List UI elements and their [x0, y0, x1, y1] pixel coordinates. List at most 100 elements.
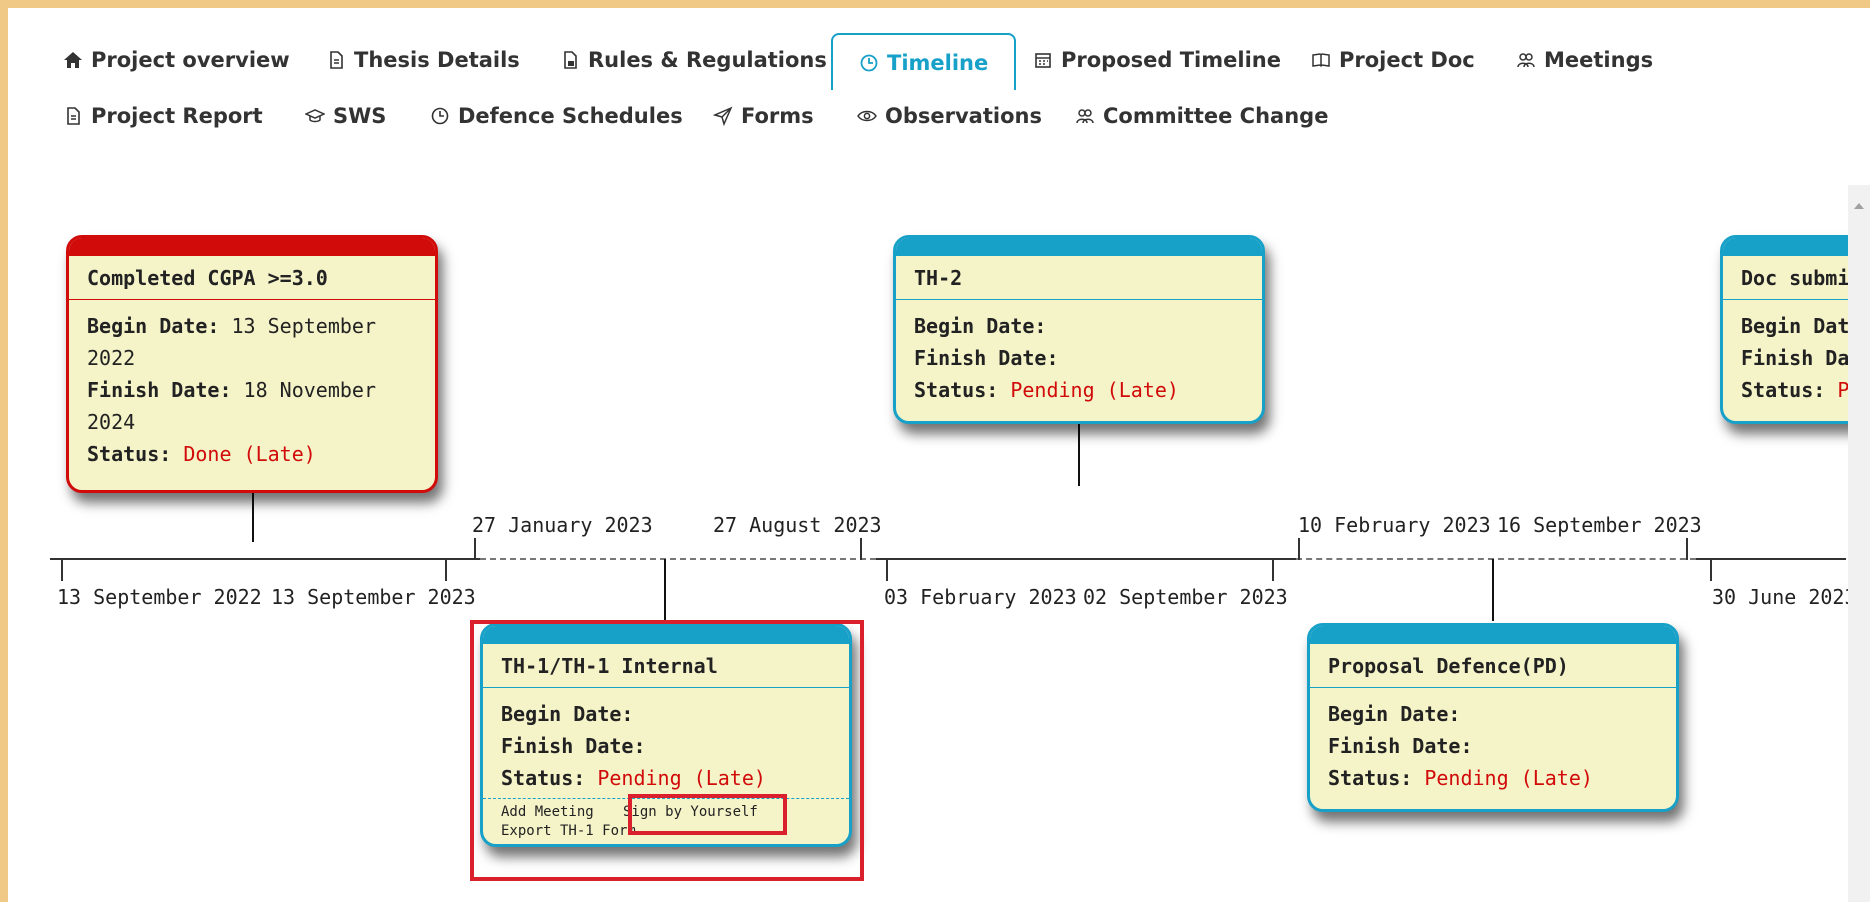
tab-label: Project overview [91, 48, 290, 72]
axis-date: 10 February 2023 [1298, 513, 1491, 537]
card-connector [1492, 559, 1494, 621]
tab-project-report[interactable]: Project Report [63, 98, 263, 134]
card-header-band [896, 238, 1262, 256]
highlight-box-card [470, 620, 864, 881]
tab-proposed-timeline[interactable]: Proposed Timeline [1033, 42, 1281, 78]
axis-tick [61, 559, 63, 581]
graduation-cap-icon [305, 106, 325, 126]
finish-label: Finish Date: [914, 346, 1059, 370]
timeline-axis [1696, 558, 1846, 560]
tab-rules-regulations[interactable]: Rules & Regulations [560, 42, 827, 78]
finish-date-row: Finish Date: [914, 342, 1244, 374]
finish-label: Finish Dat [1741, 346, 1862, 370]
finish-date-row: Finish Date: 18 November 2024 [87, 374, 417, 438]
axis-tick [1298, 538, 1300, 560]
document-icon [326, 50, 346, 70]
axis-date: 27 January 2023 [472, 513, 653, 537]
begin-label: Begin Date: [1328, 702, 1461, 726]
tab-label: Meetings [1544, 48, 1654, 72]
begin-label: Begin Date [1741, 314, 1862, 338]
document-icon [63, 106, 83, 126]
card-body: Begin Date: Finish Date: Status: Pending… [1310, 688, 1676, 802]
tab-project-doc[interactable]: Project Doc [1311, 42, 1475, 78]
status-label: Status: [1328, 766, 1413, 790]
tab-label: SWS [333, 104, 387, 128]
home-icon [63, 50, 83, 70]
tab-label: Rules & Regulations [588, 48, 827, 72]
status-value: Pending (Late) [1010, 378, 1179, 402]
axis-date: 30 June 2023 [1712, 585, 1857, 609]
timeline-axis [876, 558, 1296, 560]
begin-label: Begin Date: [87, 314, 220, 338]
timeline-card-proposal-defence[interactable]: Proposal Defence(PD) Begin Date: Finish … [1307, 623, 1679, 812]
tab-forms[interactable]: Forms [713, 98, 814, 134]
status-label: Status: [1741, 378, 1826, 402]
tab-project-overview[interactable]: Project overview [63, 42, 290, 78]
card-title: Proposal Defence(PD) [1310, 644, 1676, 688]
tab-label: Timeline [887, 50, 989, 75]
timeline-card-cgpa[interactable]: Completed CGPA >=3.0 Begin Date: 13 Sept… [66, 235, 438, 493]
status-label: Status: [914, 378, 999, 402]
tab-meetings[interactable]: Meetings [1516, 42, 1653, 78]
timeline-axis-dashed [480, 558, 876, 560]
timeline-axis-dashed [1296, 558, 1696, 560]
timeline-page: Project overview Thesis Details Rules & … [8, 8, 1870, 902]
axis-tick [860, 538, 862, 560]
timeline-card-th2[interactable]: TH-2 Begin Date: Finish Date: Status: Pe… [893, 235, 1265, 424]
lock-document-icon [560, 50, 580, 70]
axis-tick [886, 559, 888, 581]
highlight-box-sign [628, 794, 787, 835]
axis-tick [1686, 538, 1688, 560]
tab-label: Thesis Details [354, 48, 520, 72]
tab-label: Proposed Timeline [1061, 48, 1281, 72]
tab-timeline[interactable]: Timeline [831, 33, 1017, 90]
axis-date: 03 February 2023 [884, 585, 1077, 609]
card-header-band [69, 238, 435, 256]
clock-icon [859, 53, 879, 73]
axis-date: 13 September 2023 [271, 585, 476, 609]
tab-defence-schedules[interactable]: Defence Schedules [430, 98, 683, 134]
status-label: Status: [87, 442, 172, 466]
begin-label: Begin Date: [914, 314, 1047, 338]
card-connector [1078, 418, 1080, 486]
finish-label: Finish Date: [1328, 734, 1473, 758]
status-value: Pending (Late) [1424, 766, 1593, 790]
card-body: Begin Date: 13 September 2022 Finish Dat… [69, 300, 435, 478]
scroll-up-icon[interactable] [1854, 203, 1864, 209]
card-body: Begin Date: Finish Date: Status: Pending… [896, 300, 1262, 414]
status-value: Done (Late) [183, 442, 316, 466]
axis-date: 02 September 2023 [1083, 585, 1288, 609]
clock-icon [430, 106, 450, 126]
tab-label: Committee Change [1103, 104, 1329, 128]
tab-observations[interactable]: Observations [857, 98, 1042, 134]
tab-thesis-details[interactable]: Thesis Details [326, 42, 520, 78]
tab-label: Forms [741, 104, 814, 128]
axis-tick [474, 538, 476, 560]
tab-sws[interactable]: SWS [305, 98, 386, 134]
begin-date-row: Begin Date: [1328, 698, 1658, 730]
eye-icon [857, 106, 877, 126]
tab-label: Project Doc [1339, 48, 1475, 72]
axis-date: 27 August 2023 [713, 513, 882, 537]
send-icon [713, 106, 733, 126]
card-header-band [1310, 626, 1676, 644]
people-icon [1516, 50, 1536, 70]
card-title: TH-2 [896, 256, 1262, 300]
status-row: Status: Pending (Late) [1328, 762, 1658, 794]
status-row: Status: Done (Late) [87, 438, 417, 470]
begin-date-row: Begin Date: [914, 310, 1244, 342]
vertical-scrollbar[interactable] [1848, 185, 1870, 902]
tab-committee-change[interactable]: Committee Change [1075, 98, 1328, 134]
axis-tick [445, 559, 447, 581]
status-row: Status: Pending (Late) [914, 374, 1244, 406]
finish-date-row: Finish Date: [1328, 730, 1658, 762]
axis-tick [1272, 559, 1274, 581]
tab-label: Project Report [91, 104, 263, 128]
people-icon [1075, 106, 1095, 126]
axis-tick [1710, 559, 1712, 581]
finish-label: Finish Date: [87, 378, 232, 402]
calendar-icon [1033, 50, 1053, 70]
axis-date: 13 September 2022 [57, 585, 262, 609]
tab-label: Defence Schedules [458, 104, 683, 128]
book-icon [1311, 50, 1331, 70]
